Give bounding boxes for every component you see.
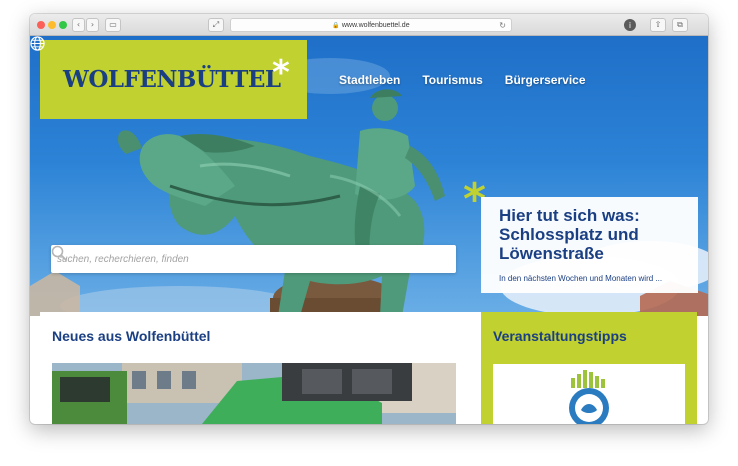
browser-toolbar: ‹ › ▭ ⤢ 🔒 www.wolfenbuettel.de ↻ i ⇧ ⧉: [30, 14, 708, 36]
event-card[interactable]: [493, 364, 685, 424]
feature-title[interactable]: Hier tut sich was: Schlossplatz und Löwe…: [499, 206, 695, 263]
news-image-tractor[interactable]: [52, 363, 456, 424]
search-icon[interactable]: [51, 245, 67, 261]
url-text: www.wolfenbuettel.de: [341, 22, 410, 29]
zoom-window-button[interactable]: [59, 21, 67, 29]
news-section: Neues aus Wolfenbüttel: [40, 312, 481, 424]
address-url: 🔒 www.wolfenbuettel.de: [231, 19, 511, 33]
event-logo-icon: [569, 370, 609, 424]
info-icon: i: [628, 21, 632, 30]
hero-image: WOLFENBÜTTEL * Stadtleben Tourismus Bürg…: [30, 36, 708, 316]
reader-button[interactable]: ⤢: [208, 18, 224, 32]
tabs-icon: ⧉: [677, 20, 683, 29]
globe-icon[interactable]: [30, 36, 45, 51]
expand-icon: ⤢: [212, 20, 220, 29]
sidebar-button[interactable]: ▭: [105, 18, 121, 32]
feature-teaser-text: In den nächsten Wochen und Monaten wird …: [499, 274, 663, 283]
site-search: [51, 245, 456, 273]
nav-item-tourismus[interactable]: Tourismus: [422, 73, 482, 87]
main-navigation: Stadtleben Tourismus Bürgerservice: [339, 73, 586, 87]
minimize-window-button[interactable]: [48, 21, 56, 29]
events-heading: Veranstaltungstipps: [493, 328, 627, 344]
tractor-photo: [52, 363, 456, 424]
events-section: Veranstaltungstipps: [481, 312, 697, 424]
web-page: WOLFENBÜTTEL * Stadtleben Tourismus Bürg…: [30, 36, 708, 424]
share-button[interactable]: ⇧: [650, 18, 666, 32]
feature-teaser-card[interactable]: Hier tut sich was: Schlossplatz und Löwe…: [481, 197, 698, 293]
nav-item-buergerservice[interactable]: Bürgerservice: [505, 73, 586, 87]
address-bar[interactable]: 🔒 www.wolfenbuettel.de ↻: [230, 18, 512, 32]
chevron-left-icon: ‹: [76, 20, 81, 29]
lock-icon: 🔒: [332, 23, 340, 29]
close-window-button[interactable]: [37, 21, 45, 29]
chevron-right-icon: ›: [90, 20, 95, 29]
logo-star-icon: *: [272, 53, 290, 93]
sidebar-icon: ▭: [109, 20, 117, 29]
reload-icon[interactable]: ↻: [499, 19, 506, 32]
news-heading: Neues aus Wolfenbüttel: [52, 328, 211, 344]
logo-wordmark: WOLFENBÜTTEL: [63, 66, 281, 93]
forward-button[interactable]: ›: [86, 18, 99, 32]
site-logo[interactable]: WOLFENBÜTTEL *: [40, 40, 307, 119]
tabs-button[interactable]: ⧉: [672, 18, 688, 32]
nav-item-stadtleben[interactable]: Stadtleben: [339, 73, 400, 87]
search-input[interactable]: [57, 245, 427, 273]
back-button[interactable]: ‹: [72, 18, 85, 32]
share-icon: ⇧: [654, 20, 662, 29]
downloads-button[interactable]: i: [624, 19, 636, 31]
browser-window: ‹ › ▭ ⤢ 🔒 www.wolfenbuettel.de ↻ i ⇧ ⧉ W…: [30, 14, 708, 424]
